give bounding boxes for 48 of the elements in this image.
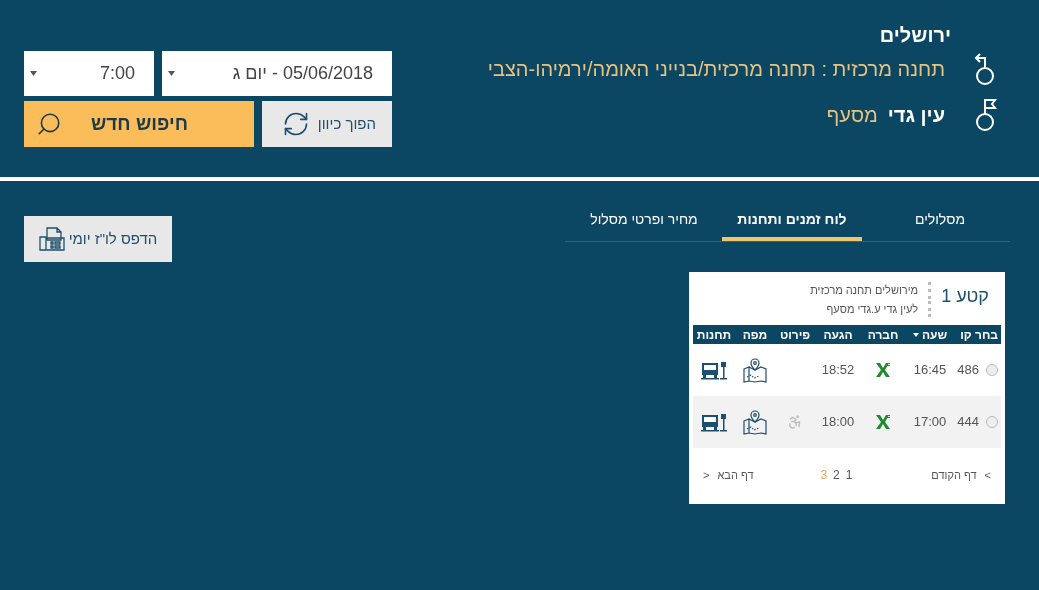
segment-destination: לעין גדי ע.גדי מסעף xyxy=(810,300,932,317)
origin-icon xyxy=(973,52,997,86)
arrival-time: 18:52 xyxy=(821,361,855,380)
tab[interactable]: מחיר ופרטי מסלול xyxy=(574,205,714,241)
line-number: 486 xyxy=(957,361,979,380)
column-header: חברה xyxy=(867,326,899,344)
line-radio[interactable] xyxy=(986,364,998,376)
next-page-link[interactable]: דף הבא < xyxy=(703,466,754,484)
company-logo-icon xyxy=(875,362,891,378)
page-number[interactable]: 1 xyxy=(845,466,853,484)
segment-title: קטע 1 xyxy=(941,285,989,308)
flag-icon xyxy=(973,98,997,132)
column-header: פירוט xyxy=(779,326,811,344)
line-number: 444 xyxy=(957,413,979,432)
search-icon xyxy=(36,111,62,137)
search-button[interactable]: חיפוש חדש xyxy=(24,101,254,147)
company-logo-icon xyxy=(875,414,891,430)
map-pin-icon[interactable] xyxy=(742,409,768,435)
column-header: הגעה xyxy=(823,326,853,344)
arrival-time: 18:00 xyxy=(821,413,855,432)
page-number[interactable]: 2 xyxy=(833,466,840,484)
accessibility-icon xyxy=(787,414,803,430)
dropdown-caret-icon xyxy=(168,71,175,76)
column-header[interactable]: שעה xyxy=(921,325,948,344)
departure-time: 16:45 xyxy=(913,361,947,380)
origin-station: תחנה מרכזית : תחנה מרכזית/בנייני האומה/ירמיהו-הצבי xyxy=(487,57,945,82)
column-header: בחר קו xyxy=(960,326,998,344)
dropdown-caret-icon xyxy=(30,71,37,76)
origin-city: ירושלים xyxy=(879,23,951,48)
printer-icon xyxy=(38,227,65,251)
destination-city: עין גדי xyxy=(887,103,945,128)
print-schedule-button[interactable]: הדפס לו"ז יומי xyxy=(24,216,172,262)
time-field[interactable]: 7:00 xyxy=(24,51,154,96)
column-header: מפה xyxy=(742,326,768,344)
destination-station: מסעף xyxy=(826,103,878,128)
tab[interactable]: לוח זמנים ותחנות xyxy=(722,205,862,241)
swap-direction-button[interactable]: הפוך כיוון xyxy=(262,101,392,147)
tab[interactable]: מסלולים xyxy=(870,205,1010,241)
sort-caret-icon xyxy=(912,332,919,337)
column-header: תחנות xyxy=(696,326,732,344)
date-field[interactable]: 05/06/2018 - יום ג xyxy=(162,51,392,96)
bus-stop-icon[interactable] xyxy=(701,412,727,432)
line-radio[interactable] xyxy=(986,416,998,428)
previous-page-link[interactable]: > דף הקודם xyxy=(931,466,991,484)
bus-stop-icon[interactable] xyxy=(701,360,727,380)
map-pin-icon[interactable] xyxy=(742,357,768,383)
segment-origin: מירושלים תחנה מרכזית xyxy=(810,282,932,299)
departure-time: 17:00 xyxy=(913,413,947,432)
